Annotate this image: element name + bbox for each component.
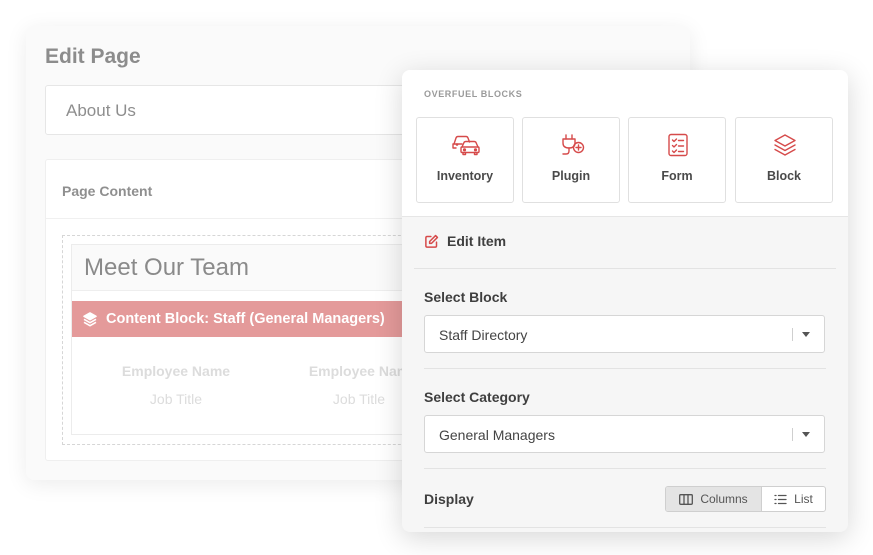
chevron-down-icon[interactable] <box>802 432 810 437</box>
block-tile-block[interactable]: Block <box>735 117 833 203</box>
select-block-dropdown[interactable]: Staff Directory <box>424 315 825 353</box>
checklist-icon <box>668 133 688 157</box>
overfuel-panel: OVERFUEL BLOCKS Inventory Plugin Form Bl… <box>402 70 848 532</box>
block-tile-plugin[interactable]: Plugin <box>522 117 620 203</box>
select-category-label: Select Category <box>424 389 530 405</box>
blocks-section: OVERFUEL BLOCKS Inventory Plugin Form Bl… <box>402 70 848 217</box>
edit-item-label: Edit Item <box>447 233 507 249</box>
select-category-dropdown[interactable]: General Managers <box>424 415 825 453</box>
block-tile-label: Block <box>766 169 802 183</box>
divider <box>424 527 826 528</box>
dropdown-separator <box>792 328 793 341</box>
blocks-section-label: OVERFUEL BLOCKS <box>424 89 523 99</box>
content-block-label: Content Block: Staff (General Managers) <box>106 311 385 327</box>
block-tile-inventory[interactable]: Inventory <box>416 117 514 203</box>
select-block-value: Staff Directory <box>439 327 528 343</box>
edit-item-header: Edit Item <box>424 233 506 249</box>
employee-name: Employee Name <box>121 363 231 379</box>
display-columns-label: Columns <box>700 492 748 506</box>
block-tile-label: Form <box>661 169 693 183</box>
block-tile-label: Plugin <box>551 169 591 183</box>
edit-page-title: Edit Page <box>45 45 141 68</box>
dropdown-separator <box>792 428 793 441</box>
layers-icon <box>774 134 796 156</box>
chevron-down-icon[interactable] <box>802 332 810 337</box>
block-tile-form[interactable]: Form <box>628 117 726 203</box>
divider <box>424 468 826 469</box>
plug-add-icon <box>562 134 585 155</box>
divider <box>414 268 836 269</box>
layers-icon <box>83 312 97 327</box>
employee-title: Job Title <box>149 391 203 407</box>
display-list-label: List <box>794 492 813 506</box>
list-icon <box>774 494 787 504</box>
display-list-button[interactable]: List <box>762 487 825 511</box>
select-category-value: General Managers <box>439 427 555 443</box>
select-block-label: Select Block <box>424 289 508 305</box>
display-toggle: Columns List <box>665 486 826 512</box>
display-columns-button[interactable]: Columns <box>666 487 762 511</box>
display-label: Display <box>424 491 474 507</box>
edit-icon <box>425 234 439 248</box>
columns-icon <box>679 493 694 505</box>
block-tile-label: Inventory <box>436 169 494 183</box>
employee-card: Employee Name Job Title <box>86 363 266 407</box>
divider <box>424 368 826 369</box>
cars-icon <box>452 135 480 156</box>
